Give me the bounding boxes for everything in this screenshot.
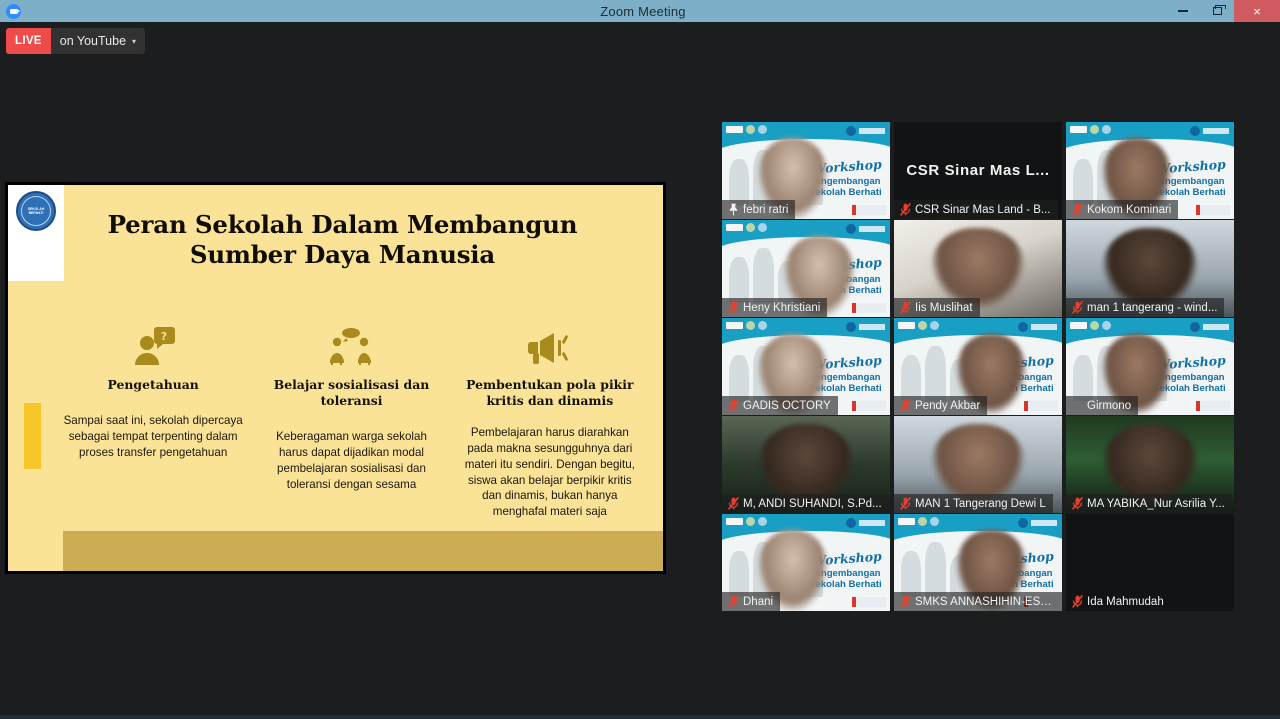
slide-column-1-heading: Pengetahuan — [107, 377, 199, 392]
slide-accent-bar — [24, 403, 41, 469]
participant-name-bar: GADIS OCTORY — [722, 396, 838, 415]
participant-name-bar: Iis Muslihat — [894, 298, 980, 317]
participant-name-label: Girmono — [1087, 399, 1132, 412]
minimize-button[interactable] — [1166, 0, 1200, 22]
slide-columns: ? Pengetahuan Sampai saat ini, sekolah d… — [54, 325, 649, 520]
titlebar-left — [0, 3, 120, 19]
slide-column-3-heading: Pembentukan pola pikir kritis dan dinami… — [466, 377, 634, 409]
restore-icon — [1212, 4, 1226, 15]
muted-mic-icon — [1071, 497, 1084, 510]
participant-name-bar: Kokom Kominari — [1066, 200, 1179, 219]
slide-canvas: SEKOLAH BERHATI Peran Sekolah Dalam Memb… — [8, 185, 663, 571]
muted-mic-icon — [899, 497, 912, 510]
participant-tile[interactable]: Workshop Pengembangan Sekolah Berhati feb… — [722, 122, 890, 219]
megaphone-icon — [460, 325, 640, 365]
slide-column-2: Belajar sosialisasi dan toleransi Kebera… — [252, 325, 450, 520]
participant-name-bar: M, ANDI SUHANDI, S.Pd... — [722, 494, 889, 513]
participant-name-bar: Ida Mahmudah — [1066, 592, 1171, 611]
participant-name-bar: CSR Sinar Mas Land - B... — [894, 200, 1058, 219]
participant-tile[interactable]: Workshop Pengembangan Sekolah Berhati Dha… — [722, 514, 890, 611]
participant-tile[interactable]: M, ANDI SUHANDI, S.Pd... — [722, 416, 890, 513]
muted-mic-icon — [727, 595, 740, 608]
participant-name-label: CSR Sinar Mas Land - B... — [915, 203, 1051, 216]
meeting-stage: LIVE on YouTube ▾ SEKOLAH BERHATI Peran … — [0, 22, 1280, 719]
participant-name-bar: man 1 tangerang - wind... — [1066, 298, 1225, 317]
slide-column-2-body: Keberagaman warga sekolah harus dapat di… — [276, 430, 427, 491]
participant-name-label: Heny Khristiani — [743, 301, 821, 314]
shared-screen-slide[interactable]: SEKOLAH BERHATI Peran Sekolah Dalam Memb… — [5, 182, 666, 574]
muted-mic-icon — [1071, 203, 1084, 216]
people-talking-icon — [261, 325, 441, 365]
participant-video-grid: Workshop Pengembangan Sekolah Berhati feb… — [722, 122, 1234, 620]
participant-name-bar: febri ratri — [722, 200, 796, 219]
muted-mic-icon — [899, 399, 912, 412]
participant-name-bar: Dhani — [722, 592, 781, 611]
muted-mic-icon — [899, 203, 912, 216]
participant-name-bar: MA YABIKA_Nur Asrilia Y... — [1066, 494, 1232, 513]
participant-tile[interactable]: Workshop Pengembangan Sekolah Berhati GAD… — [722, 318, 890, 415]
muted-mic-icon — [727, 301, 740, 314]
participant-tile[interactable]: CSR Sinar Mas L... CSR Sinar Mas Land - … — [894, 122, 1062, 219]
minimize-icon — [1178, 10, 1188, 12]
muted-mic-icon — [899, 595, 912, 608]
sekolah-berhati-logo-icon: SEKOLAH BERHATI — [16, 191, 56, 231]
muted-mic-icon — [1071, 595, 1084, 608]
live-streaming-badge[interactable]: LIVE on YouTube ▾ — [6, 28, 146, 54]
participant-tile[interactable]: man 1 tangerang - wind... — [1066, 220, 1234, 317]
svg-text:?: ? — [161, 330, 167, 343]
muted-mic-icon — [1071, 301, 1084, 314]
slide-column-1-body: Sampai saat ini, sekolah dipercaya sebag… — [63, 414, 243, 459]
zoom-app-icon — [6, 3, 21, 19]
participant-tile[interactable]: Iis Muslihat — [894, 220, 1062, 317]
window-title: Zoom Meeting — [600, 3, 686, 19]
participant-name-label: Pendy Akbar — [915, 399, 981, 412]
participant-name-bar: Heny Khristiani — [722, 298, 828, 317]
slide-column-3: Pembentukan pola pikir kritis dan dinami… — [451, 325, 649, 520]
participant-name-bar: SMKS ANNASHIHIN-EST... — [894, 592, 1062, 611]
muted-mic-icon — [727, 399, 740, 412]
participant-name-label: Ida Mahmudah — [1087, 595, 1164, 608]
slide-logo-text: SEKOLAH BERHATI — [27, 206, 45, 215]
participant-name-bar: MAN 1 Tangerang Dewi L — [894, 494, 1053, 513]
participant-name-label: man 1 tangerang - wind... — [1087, 301, 1218, 314]
window-controls: × — [1166, 0, 1280, 22]
close-button[interactable]: × — [1234, 0, 1280, 22]
live-status-pill: LIVE — [6, 28, 51, 54]
maximize-restore-button[interactable] — [1200, 0, 1234, 22]
participant-tile[interactable]: Workshop PengembanganSekolah Berhati SMK… — [894, 514, 1062, 611]
person-question-icon: ? — [63, 325, 243, 365]
muted-mic-icon — [899, 301, 912, 314]
participant-tile[interactable]: Workshop PengembanganSekolah Berhati Hen… — [722, 220, 890, 317]
participant-name-label: GADIS OCTORY — [743, 399, 831, 412]
participant-name-label: M, ANDI SUHANDI, S.Pd... — [743, 497, 882, 510]
slide-column-2-heading: Belajar sosialisasi dan toleransi — [273, 377, 430, 409]
slide-title: Peran Sekolah Dalam Membangun Sumber Day… — [107, 210, 578, 270]
participant-name-bar: Girmono — [1066, 396, 1139, 415]
participant-tile[interactable]: MA YABIKA_Nur Asrilia Y... — [1066, 416, 1234, 513]
participant-tile[interactable]: Workshop Pengembangan Sekolah Berhati Gir… — [1066, 318, 1234, 415]
slide-column-3-body: Pembelajaran harus diarahkan pada makna … — [464, 426, 635, 519]
participant-tile[interactable]: MAN 1 Tangerang Dewi L — [894, 416, 1062, 513]
pin-icon — [727, 203, 740, 216]
participant-name-label: febri ratri — [743, 203, 789, 216]
slide-footer-bar — [63, 531, 663, 571]
participant-name-label: SMKS ANNASHIHIN-EST... — [915, 595, 1055, 608]
slide-column-1: ? Pengetahuan Sampai saat ini, sekolah d… — [54, 325, 252, 520]
participant-name-bar: Pendy Akbar — [894, 396, 988, 415]
window-titlebar: Zoom Meeting × — [0, 0, 1280, 22]
participant-name-label: Dhani — [743, 595, 774, 608]
participant-name-label: Iis Muslihat — [915, 301, 973, 314]
chevron-down-icon[interactable]: ▾ — [132, 28, 145, 54]
muted-mic-icon — [727, 497, 740, 510]
windows-taskbar — [0, 715, 1280, 719]
live-platform-label: on YouTube — [59, 34, 127, 48]
participant-name-label: MA YABIKA_Nur Asrilia Y... — [1087, 497, 1225, 510]
participant-name-label: MAN 1 Tangerang Dewi L — [915, 497, 1046, 510]
participant-tile[interactable]: Ida Mahmudah — [1066, 514, 1234, 611]
participant-tile[interactable]: Workshop PengembanganSekolah Berhati Pen… — [894, 318, 1062, 415]
participant-tile[interactable]: Workshop Pengembangan Sekolah Berhati Kok… — [1066, 122, 1234, 219]
participant-name-label: Kokom Kominari — [1087, 203, 1172, 216]
